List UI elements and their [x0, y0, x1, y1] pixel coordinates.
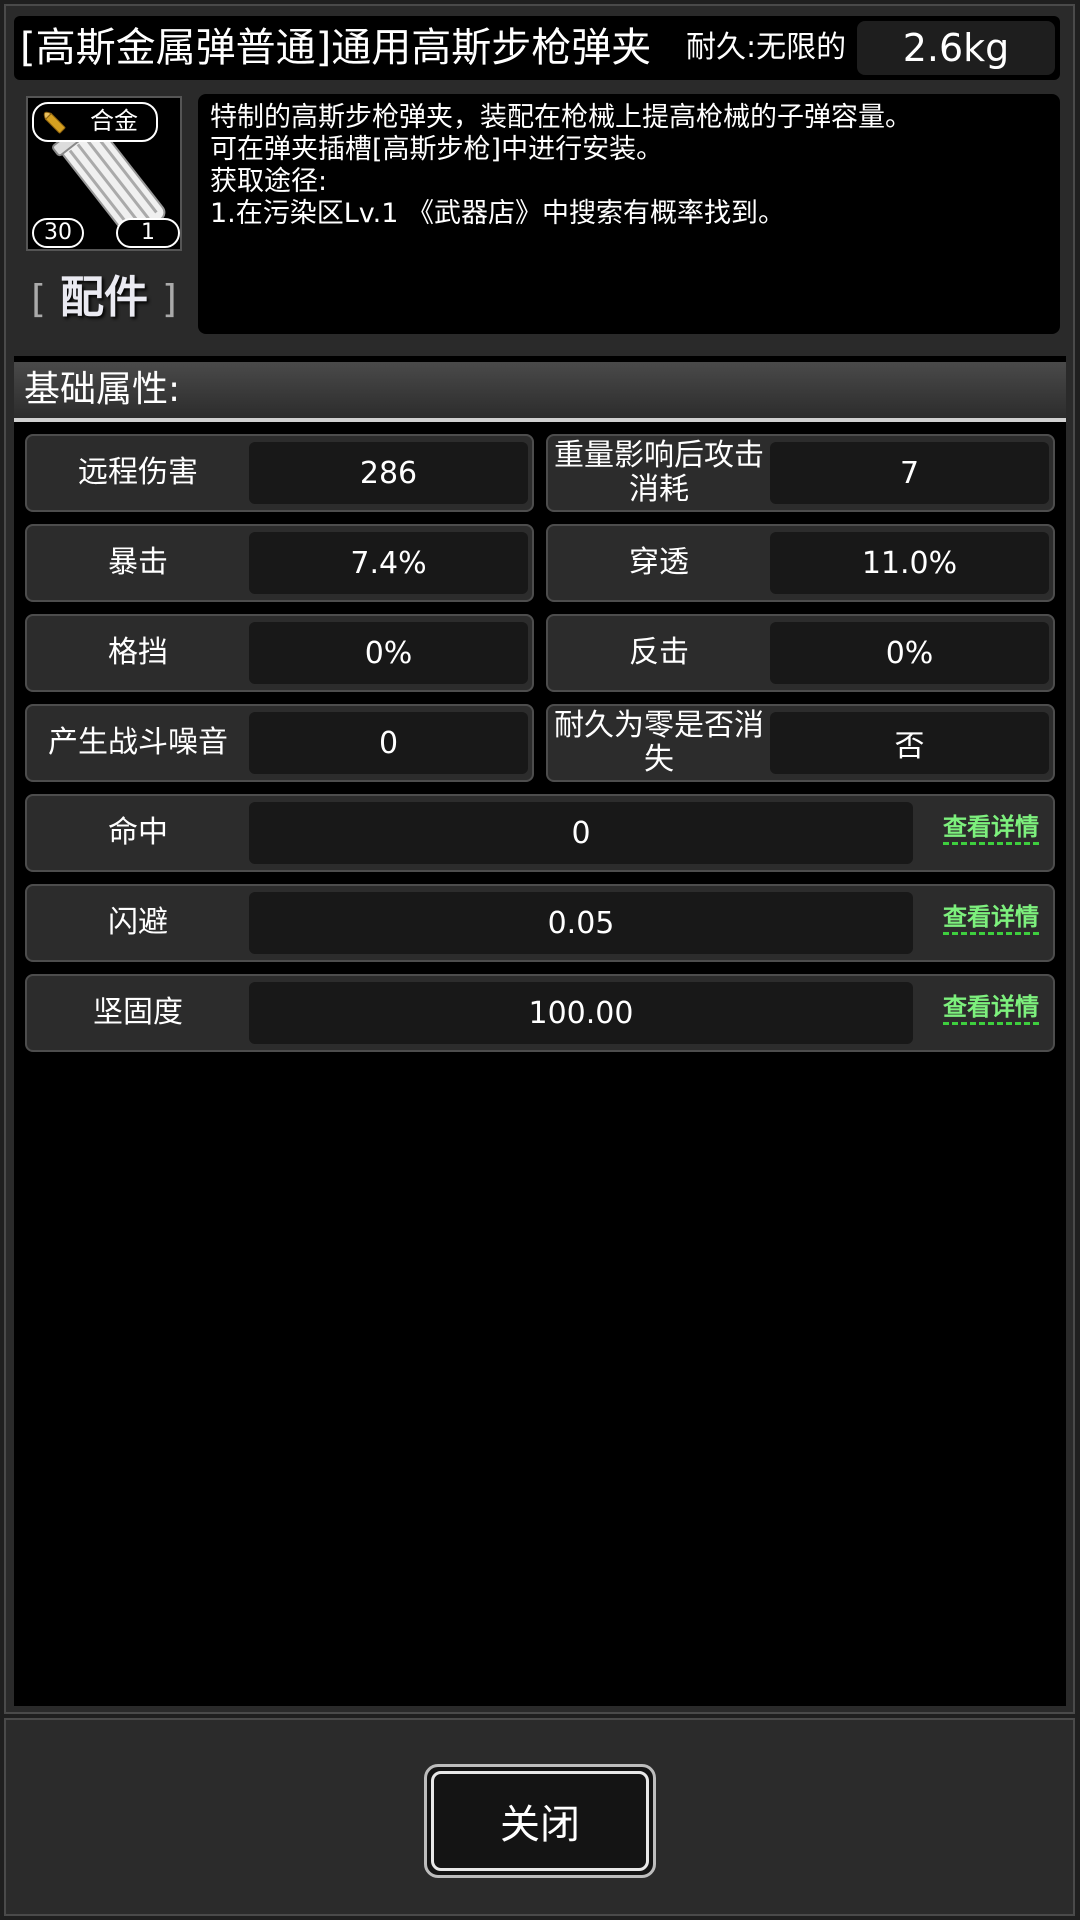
material-label: 合金 — [90, 107, 138, 135]
stat-cell: 反击 0% — [546, 614, 1055, 692]
stat-label: 耐久为零是否消失 — [554, 708, 764, 777]
stat-cell: 远程伤害 286 — [25, 434, 534, 512]
stat-cell-wide: 命中 0 查看详情 — [25, 794, 1055, 872]
stat-label: 重量影响后攻击消耗 — [554, 438, 764, 507]
stat-value: 0 — [249, 712, 528, 774]
view-details-link-dodge[interactable]: 查看详情 — [943, 902, 1039, 935]
stat-label: 格挡 — [108, 635, 168, 670]
stat-cell: 重量影响后攻击消耗 7 — [546, 434, 1055, 512]
stat-value: 0 — [249, 802, 913, 864]
section-header: 基础属性: — [14, 362, 1066, 422]
category-bracket-close: ] — [162, 277, 177, 321]
stat-value: 100.00 — [249, 982, 913, 1044]
stat-cell-wide: 坚固度 100.00 查看详情 — [25, 974, 1055, 1052]
stat-label: 命中 — [108, 815, 168, 850]
section-title: 基础属性: — [24, 369, 181, 410]
stat-cell-wide: 闪避 0.05 查看详情 — [25, 884, 1055, 962]
stat-value: 7.4% — [249, 532, 528, 594]
stat-value: 否 — [770, 712, 1049, 774]
stat-cell: 格挡 0% — [25, 614, 534, 692]
description-line: 可在弹夹插槽[高斯步枪]中进行安装。 — [210, 134, 664, 165]
item-name: [高斯金属弹普通]通用高斯步枪弹夹 — [20, 25, 652, 71]
description-box: 特制的高斯步枪弹夹，装配在枪械上提高枪械的子弹容量。 可在弹夹插槽[高斯步枪]中… — [198, 94, 1060, 334]
stat-value: 0% — [249, 622, 528, 684]
weight-value: 2.6kg — [857, 21, 1055, 75]
stat-cell: 暴击 7.4% — [25, 524, 534, 602]
stat-value: 7 — [770, 442, 1049, 504]
stat-value: 11.0% — [770, 532, 1049, 594]
close-button-label: 关闭 — [431, 1771, 649, 1871]
stat-label: 远程伤害 — [78, 455, 198, 490]
stat-label: 穿透 — [629, 545, 689, 580]
material-badge: 合金 — [32, 102, 158, 142]
stat-value: 0.05 — [249, 892, 913, 954]
title-bar: [高斯金属弹普通]通用高斯步枪弹夹 耐久:无限的 2.6kg — [14, 16, 1060, 80]
view-details-link-sturdiness[interactable]: 查看详情 — [943, 992, 1039, 1025]
count-badge: 1 — [116, 218, 180, 248]
stat-value: 0% — [770, 622, 1049, 684]
stat-label: 暴击 — [108, 545, 168, 580]
level-badge: 30 — [32, 218, 84, 248]
bullet-icon — [43, 111, 66, 134]
category-bracket-open: [ — [31, 277, 46, 321]
category-text: 配件 — [60, 272, 148, 323]
description-line: 1.在污染区Lv.1 《武器店》中搜索有概率找到。 — [210, 198, 786, 229]
item-icon-frame: 合金 30 1 — [26, 96, 182, 251]
stat-label: 闪避 — [108, 905, 168, 940]
stat-label: 产生战斗噪音 — [48, 725, 228, 760]
view-details-link-hit[interactable]: 查看详情 — [943, 812, 1039, 845]
attributes-panel[interactable]: 基础属性: 远程伤害 286 重量影响后攻击消耗 7 暴击 7.4% 穿透 11… — [14, 356, 1066, 1706]
stat-label: 坚固度 — [93, 995, 183, 1030]
stat-cell: 产生战斗噪音 0 — [25, 704, 534, 782]
stat-value: 286 — [249, 442, 528, 504]
description-line: 特制的高斯步枪弹夹，装配在枪械上提高枪械的子弹容量。 — [210, 102, 912, 133]
stat-cell: 耐久为零是否消失 否 — [546, 704, 1055, 782]
stat-label: 反击 — [629, 635, 689, 670]
description-line: 获取途径: — [210, 166, 328, 197]
stat-cell: 穿透 11.0% — [546, 524, 1055, 602]
close-button[interactable]: 关闭 — [424, 1764, 656, 1878]
category-label: [ 配件 ] — [26, 268, 182, 329]
durability-label: 耐久:无限的 — [686, 30, 847, 65]
